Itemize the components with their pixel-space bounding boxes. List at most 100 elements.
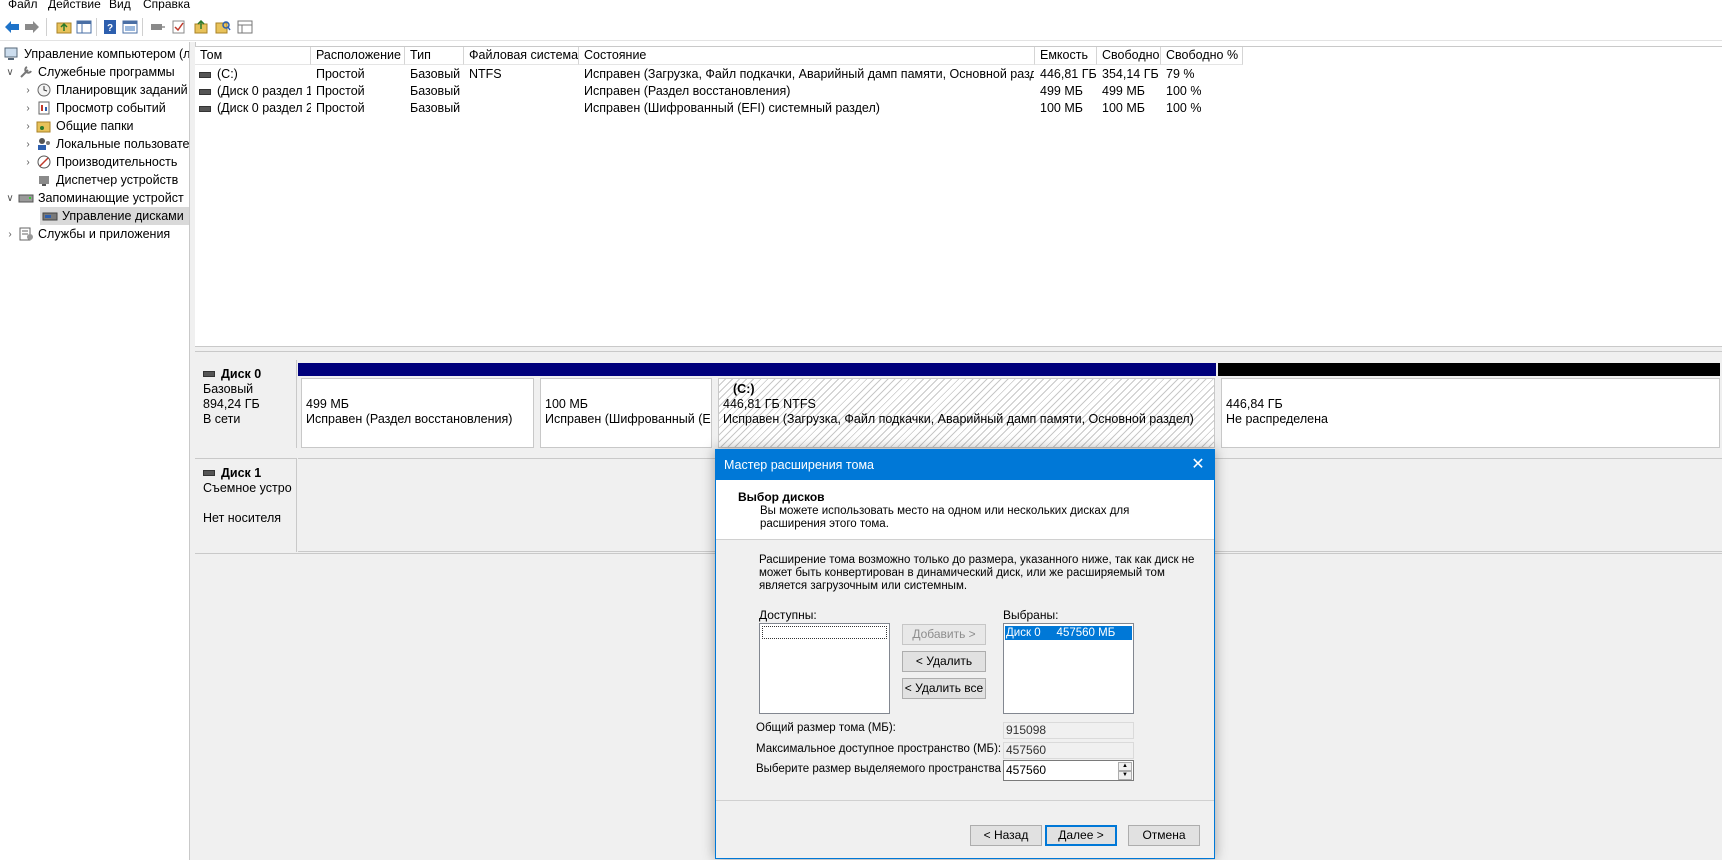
partition-size: 446,81 ГБ NTFS [723,397,816,411]
available-disks-list[interactable] [759,623,890,714]
check-icon[interactable] [170,18,188,36]
menu-action[interactable]: Действие [48,0,101,11]
cell-free: 100 МБ [1102,101,1145,115]
tree-item-device-manager[interactable]: Диспетчер устройств [22,171,178,189]
toolbar-separator [96,18,97,36]
partition-recovery[interactable]: 499 МБ Исправен (Раздел восстановления) [301,378,534,448]
partition-c[interactable]: (C:) 446,81 ГБ NTFS Исправен (Загрузка, … [718,378,1215,448]
chevron-right-icon[interactable]: › [22,121,34,132]
device-manager-icon [36,173,52,187]
column-header-layout[interactable]: Расположение [311,47,405,65]
column-header-volume[interactable]: Том [195,47,311,65]
column-header-free-percent[interactable]: Свободно % [1161,47,1243,65]
disk-0-label[interactable]: Диск 0 Базовый 894,24 ГБ В сети [195,360,297,448]
tree-item-shared-folders[interactable]: › Общие папки [22,117,133,135]
dialog-title-bar[interactable]: Мастер расширения тома ✕ [716,450,1214,480]
tree-item-disk-management[interactable]: Управление дисками [40,207,189,225]
menu-file[interactable]: Файл [8,0,38,11]
users-icon [36,137,52,151]
tools-icon [18,65,34,79]
next-button[interactable]: Далее > [1045,825,1117,846]
partition-status: Не распределена [1226,412,1328,426]
back-button[interactable]: < Назад [970,825,1042,846]
size-input[interactable]: 457560 [1006,763,1046,777]
menu-view[interactable]: Вид [109,0,131,11]
max-space-field: 457560 [1003,742,1134,759]
chevron-down-icon[interactable]: ∨ [4,67,16,78]
chevron-right-icon[interactable]: › [22,157,34,168]
search-icon[interactable] [214,18,232,36]
layout-icon[interactable] [236,18,254,36]
event-log-icon [36,101,52,115]
tree-item-event-viewer[interactable]: › Просмотр событий [22,99,165,117]
partition-title [306,382,533,397]
remove-button[interactable]: < Удалить [902,651,986,672]
tree-item-services-apps[interactable]: › Службы и приложения [4,225,170,243]
services-icon [18,227,34,241]
tree-item-label: Служебные программы [38,65,175,79]
back-arrow-icon[interactable] [3,18,21,36]
size-stepper[interactable]: 457560 ▲ ▼ [1003,760,1134,781]
toolbar: ? [0,13,1722,41]
selected-disks-list[interactable]: Диск 0 457560 МБ [1003,623,1134,714]
stepper-down-icon[interactable]: ▼ [1118,771,1132,780]
column-header-status[interactable]: Состояние [579,47,1035,65]
stepper-up-icon[interactable]: ▲ [1118,762,1132,771]
dialog-header: Выбор дисков Вы можете использовать мест… [716,480,1214,540]
cell-free-percent: 79 % [1166,67,1195,81]
chevron-right-icon[interactable]: › [4,229,16,240]
partition-status: Исправен (Раздел восстановления) [306,412,513,426]
partition-size: 446,84 ГБ [1226,397,1283,411]
cell-free-percent: 100 % [1166,101,1202,115]
cell-volume: (C:) [199,66,311,83]
forward-arrow-icon[interactable] [23,18,41,36]
extend-volume-wizard-dialog: Мастер расширения тома ✕ Выбор дисков Вы… [715,449,1215,859]
cell-status: Исправен (Раздел восстановления) [584,84,791,98]
tree-item-computer-management[interactable]: Управление компьютером (л [2,45,189,63]
remove-all-button[interactable]: < Удалить все [902,678,986,699]
partition-size: 100 МБ [545,397,588,411]
connect-icon[interactable] [148,18,166,36]
partition-efi[interactable]: 100 МБ Исправен (Шифрованный (EF [540,378,712,448]
tree-item-system-tools[interactable]: ∨ Служебные программы [4,63,175,81]
toolbar-separator [46,18,47,36]
up-folder-icon[interactable] [55,18,73,36]
help-icon[interactable]: ? [101,18,119,36]
menu-help[interactable]: Справка [143,0,190,11]
partition-status: Исправен (Шифрованный (EF [545,412,712,426]
list-item[interactable]: Диск 0 457560 МБ [1005,626,1132,640]
storage-icon [18,191,34,205]
column-header-capacity[interactable]: Емкость [1035,47,1097,65]
chevron-down-icon[interactable]: ∨ [4,193,16,204]
add-button[interactable]: Добавить > [902,624,986,645]
show-hide-tree-icon[interactable] [75,18,93,36]
disk-1-label[interactable]: Диск 1 Съемное устро Нет носителя [195,458,297,552]
chevron-right-icon[interactable]: › [22,103,34,114]
total-size-field: 915098 [1003,722,1134,739]
cell-layout: Простой [316,84,365,98]
column-header-free[interactable]: Свободно [1097,47,1161,65]
cell-volume: (Диск 0 раздел 2) [199,100,311,117]
partition-unallocated[interactable]: 446,84 ГБ Не распределена [1221,378,1720,448]
tree-item-local-users[interactable]: › Локальные пользовате [22,135,189,153]
tree-item-label: Диспетчер устройств [56,173,179,187]
partition-title [545,382,711,397]
export-icon[interactable] [192,18,210,36]
svg-text:?: ? [107,23,113,34]
clock-icon [36,83,52,97]
close-icon[interactable]: ✕ [1188,455,1208,475]
column-header-filesystem[interactable]: Файловая система [464,47,579,65]
cancel-button[interactable]: Отмена [1128,825,1200,846]
column-header-type[interactable]: Тип [405,47,464,65]
disk-name: Диск 0 [221,366,262,381]
disk-management-icon [42,209,58,223]
chevron-right-icon[interactable]: › [22,139,34,150]
chevron-right-icon[interactable]: › [22,85,34,96]
tree-item-label: Производительность [56,155,178,169]
tree-item-performance[interactable]: › Производительность [22,153,177,171]
properties-icon[interactable] [121,18,139,36]
tree-item-label: Запоминающие устройст [38,191,184,205]
tree-item-storage[interactable]: ∨ Запоминающие устройст [4,189,184,207]
tree-item-task-scheduler[interactable]: › Планировщик заданий [22,81,187,99]
tree-item-label: Управление дисками [62,209,184,223]
